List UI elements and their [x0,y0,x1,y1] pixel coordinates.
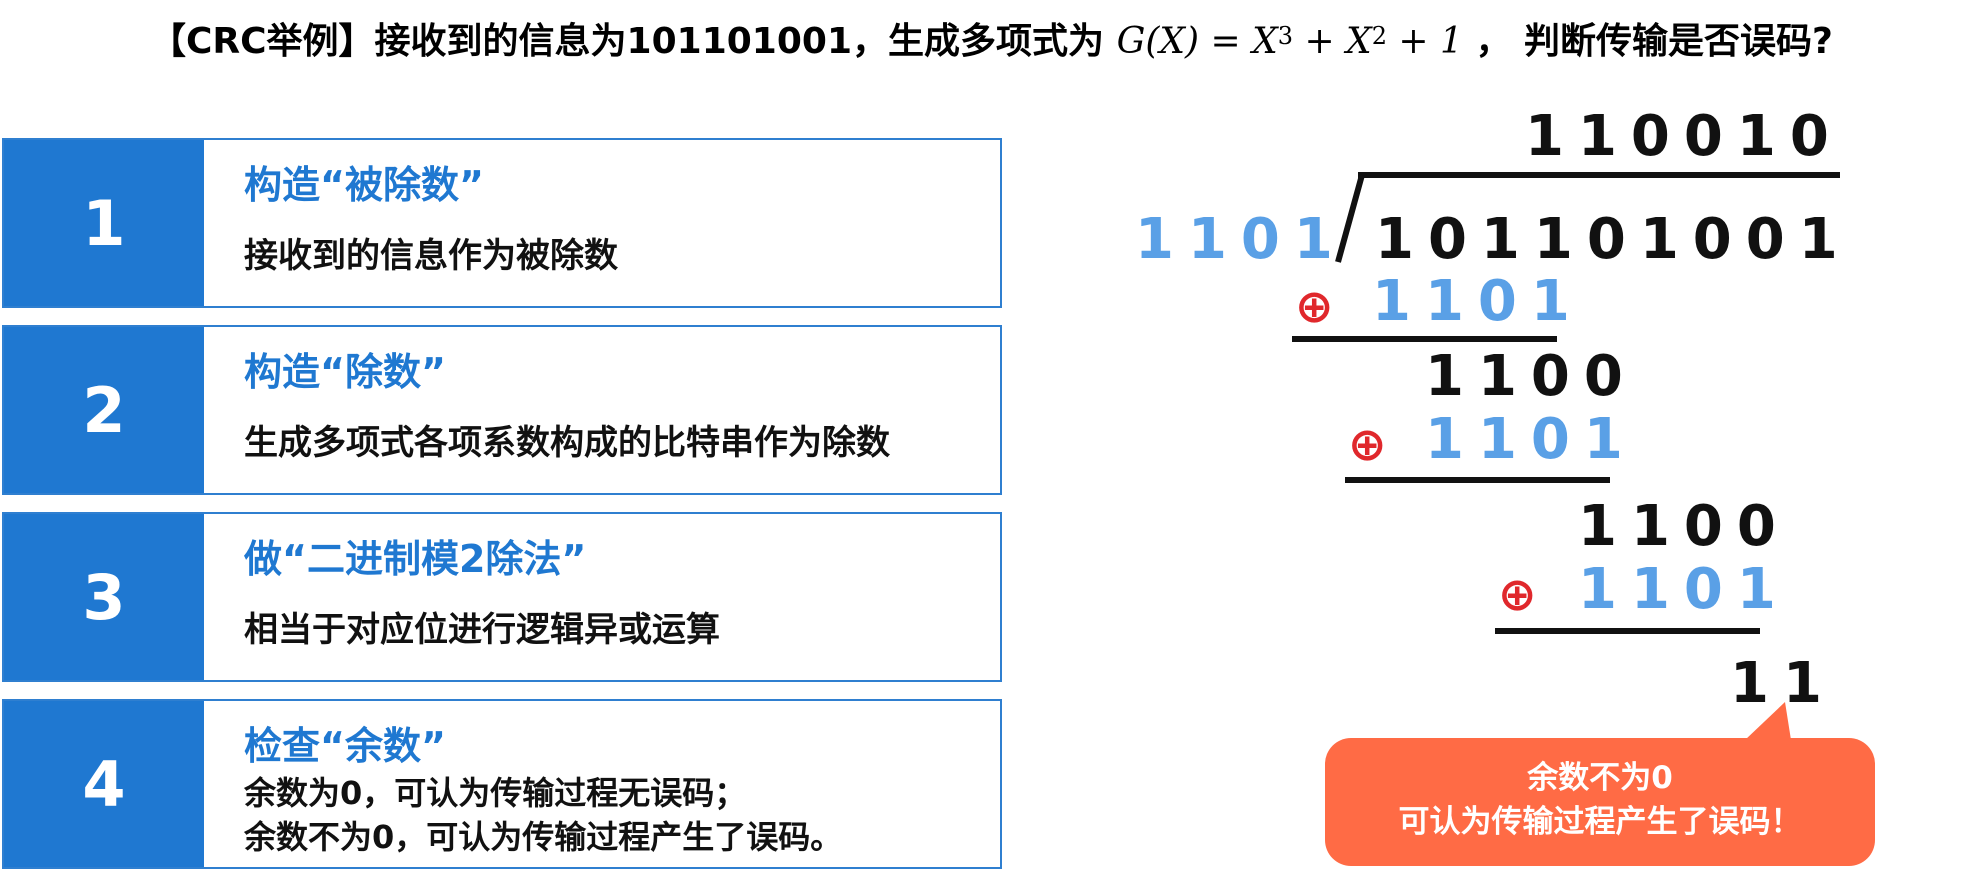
subtrahend-row-2: 1101 [1425,407,1637,472]
rule-line [1345,477,1610,483]
xor-symbol: ⊕ [1295,279,1334,333]
subtrahend-row-3: 1101 [1578,557,1790,622]
xor-symbol: ⊕ [1498,567,1537,621]
callout-tail [1745,702,1791,740]
dividend: 101101001 [1375,207,1852,272]
xor-symbol: ⊕ [1348,417,1387,471]
divisor: 1101 [1135,207,1347,272]
subtrahend-row-1: 1101 [1372,269,1584,334]
partial-row-3: 1100 [1578,494,1790,559]
rule-line [1292,336,1557,342]
rule-line [1495,628,1760,634]
partial-row-2: 1100 [1425,344,1637,409]
remainder-callout: 余数不为0 可认为传输过程产生了误码！ [1325,702,1875,866]
